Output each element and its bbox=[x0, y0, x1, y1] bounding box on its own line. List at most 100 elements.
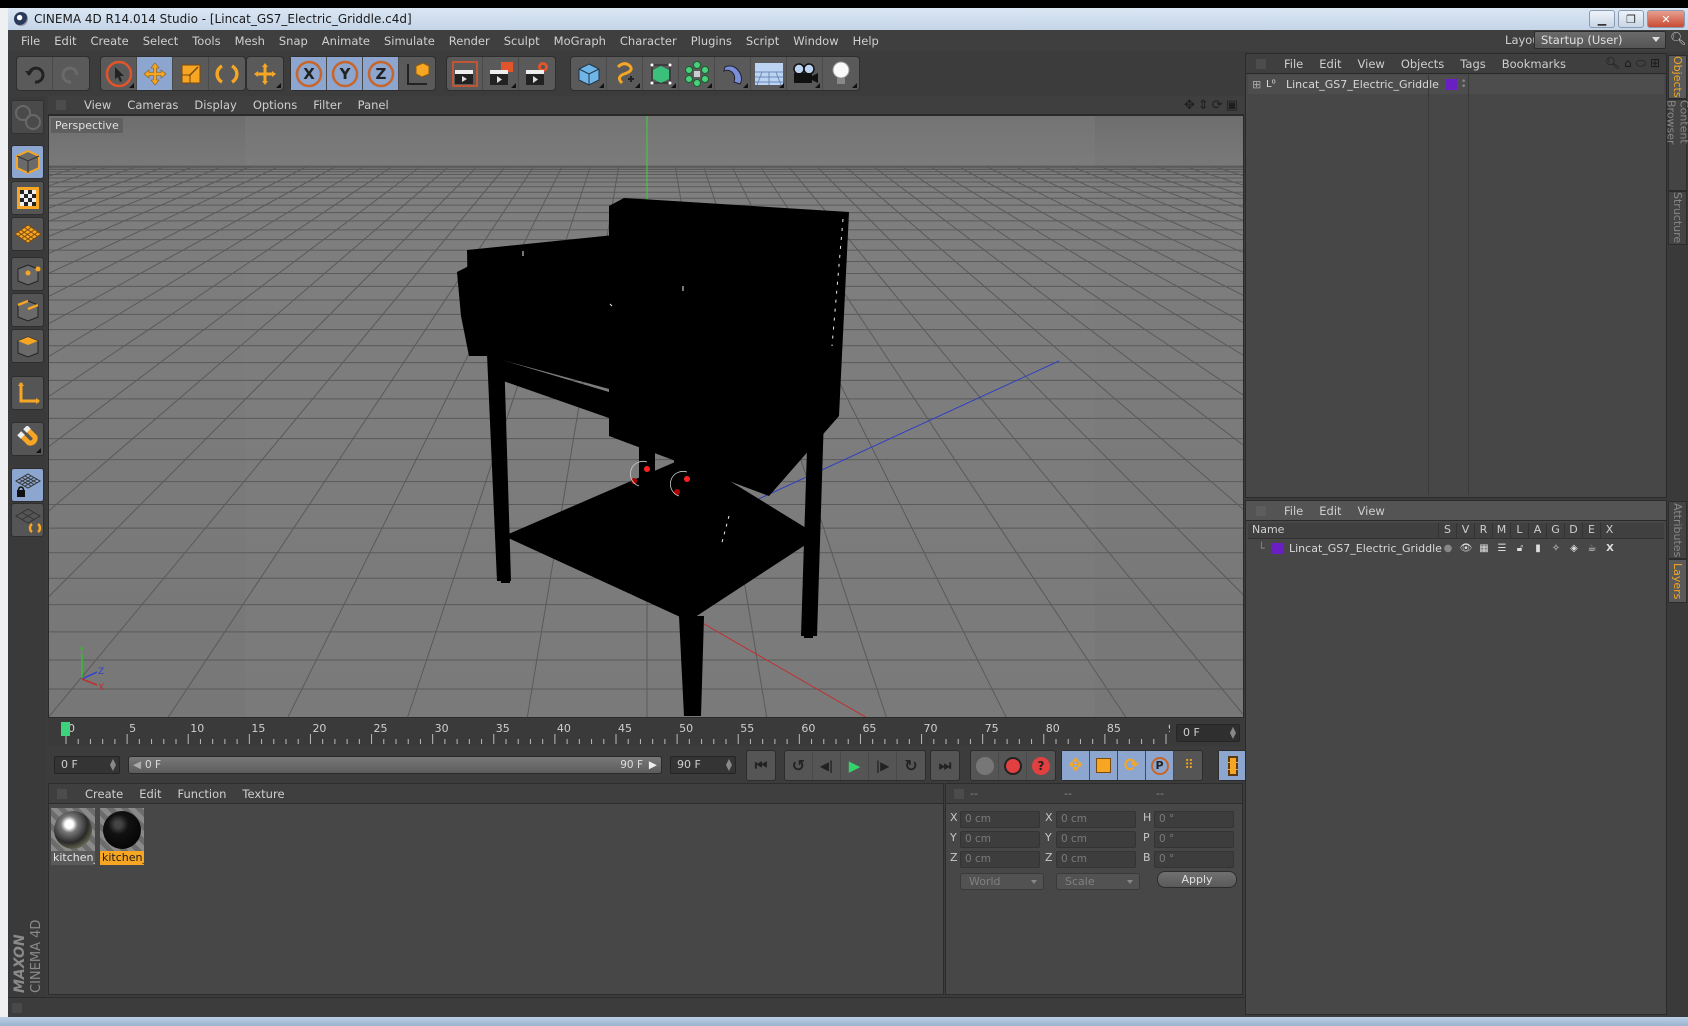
pos-z-field[interactable]: 0 cm bbox=[960, 851, 1040, 868]
material-menu-edit[interactable]: Edit bbox=[131, 787, 169, 801]
floor-button[interactable] bbox=[751, 57, 787, 90]
render-picture-viewer-button[interactable] bbox=[483, 57, 519, 90]
menu-edit[interactable]: Edit bbox=[47, 34, 83, 48]
pos-x-field[interactable]: 0 cm bbox=[960, 811, 1040, 828]
rotate-tool-button[interactable] bbox=[209, 57, 245, 90]
spinner-icon[interactable]: ▲ ▼ bbox=[110, 758, 116, 772]
material-menu-function[interactable]: Function bbox=[170, 787, 235, 801]
eye-icon[interactable]: ⬭ bbox=[1636, 56, 1646, 71]
menu-plugins[interactable]: Plugins bbox=[684, 34, 739, 48]
current-frame-field[interactable]: 0 F ▲ ▼ bbox=[1176, 724, 1240, 742]
spinner-icon[interactable]: ▲ ▼ bbox=[1230, 726, 1236, 740]
light-button[interactable] bbox=[823, 57, 859, 90]
objects-menu-edit[interactable]: Edit bbox=[1311, 57, 1349, 71]
playhead[interactable] bbox=[61, 722, 70, 736]
column-animation[interactable]: A bbox=[1528, 523, 1546, 538]
start-frame-field[interactable]: 0 F ▲ ▼ bbox=[54, 756, 120, 774]
object-row[interactable]: ⊞ L⁰ Lincat_GS7_Electric_Griddle • • bbox=[1248, 75, 1664, 94]
workplane-rotate-button[interactable] bbox=[11, 503, 44, 537]
column-expressions[interactable]: E bbox=[1582, 523, 1600, 538]
layers-menu-edit[interactable]: Edit bbox=[1311, 504, 1349, 518]
x-axis-lock-button[interactable]: X bbox=[291, 57, 327, 90]
expand-icon[interactable]: ⊞ bbox=[1252, 78, 1266, 91]
spinner-icon[interactable]: ▲ ▼ bbox=[726, 758, 732, 772]
lock-icon[interactable]: 🔓︎ bbox=[1511, 543, 1529, 554]
maximize-view-icon[interactable]: ▣ bbox=[1226, 98, 1238, 113]
play-button[interactable]: ▶ bbox=[841, 751, 869, 780]
panel-grip-icon[interactable] bbox=[57, 788, 67, 799]
snap-button[interactable] bbox=[11, 422, 44, 456]
menu-animate[interactable]: Animate bbox=[315, 34, 377, 48]
viewport-menu-cameras[interactable]: Cameras bbox=[119, 98, 186, 112]
next-frame-button[interactable]: |▶ bbox=[869, 751, 897, 780]
redo-button[interactable] bbox=[53, 57, 89, 90]
column-render[interactable]: R bbox=[1474, 523, 1492, 538]
pos-y-field[interactable]: 0 cm bbox=[960, 831, 1040, 848]
panel-grip-icon[interactable] bbox=[12, 1003, 22, 1013]
axis-mode-button[interactable] bbox=[11, 376, 44, 410]
record-button[interactable] bbox=[999, 751, 1027, 780]
autokey-button[interactable]: ? bbox=[1027, 751, 1055, 780]
menu-character[interactable]: Character bbox=[613, 34, 684, 48]
locked-workplane-button[interactable] bbox=[11, 468, 44, 502]
panel-grip-icon[interactable] bbox=[1256, 58, 1266, 69]
key-pla-button[interactable]: ⠿ bbox=[1174, 751, 1202, 780]
deformer-button[interactable] bbox=[715, 57, 751, 90]
3d-viewport[interactable]: Y Z X Perspective bbox=[48, 115, 1244, 718]
previous-key-button[interactable]: ↺ bbox=[785, 751, 813, 780]
viewport-menu-panel[interactable]: Panel bbox=[350, 98, 397, 112]
make-editable-button[interactable] bbox=[11, 100, 44, 134]
camera-button[interactable] bbox=[787, 57, 823, 90]
goto-start-button[interactable]: ⏮ bbox=[747, 751, 775, 780]
restore-button[interactable]: ❐ bbox=[1618, 10, 1644, 28]
panel-grip-icon[interactable] bbox=[56, 100, 66, 110]
objects-menu-bookmarks[interactable]: Bookmarks bbox=[1494, 57, 1574, 71]
layer-row[interactable]: └ Lincat_GS7_Electric_Griddle ● 👁︎ ▦ ☰ 🔓… bbox=[1248, 540, 1664, 557]
array-button[interactable] bbox=[679, 57, 715, 90]
menu-simulate[interactable]: Simulate bbox=[377, 34, 442, 48]
y-axis-lock-button[interactable]: Y bbox=[327, 57, 363, 90]
menu-mograph[interactable]: MoGraph bbox=[547, 34, 613, 48]
material-swatch-selected[interactable]: kitchen_ bbox=[100, 808, 144, 865]
tab-structure[interactable]: Structure bbox=[1668, 191, 1687, 245]
coordinate-mode-dropdown[interactable]: World bbox=[960, 873, 1044, 890]
size-y-field[interactable]: 0 cm bbox=[1056, 831, 1136, 848]
material-menu-create[interactable]: Create bbox=[77, 787, 131, 801]
expression-icon[interactable]: ☕︎ bbox=[1583, 543, 1601, 554]
column-view[interactable]: V bbox=[1456, 523, 1474, 538]
size-z-field[interactable]: 0 cm bbox=[1056, 851, 1136, 868]
column-locked[interactable]: L bbox=[1510, 523, 1528, 538]
frame-range-slider[interactable]: ◀ 0 F 90 F ▶ bbox=[128, 756, 662, 774]
orbit-icon[interactable]: ⟳ bbox=[1212, 98, 1223, 113]
rot-h-field[interactable]: 0 ° bbox=[1154, 811, 1234, 828]
menu-window[interactable]: Window bbox=[786, 34, 845, 48]
recent-tool-button[interactable] bbox=[247, 57, 283, 90]
material-swatch[interactable]: kitchen_ bbox=[51, 808, 95, 865]
goto-end-button[interactable]: ⏭ bbox=[931, 751, 959, 780]
deformer-icon[interactable]: ◈ bbox=[1565, 543, 1583, 554]
viewport-menu-filter[interactable]: Filter bbox=[305, 98, 349, 112]
layers-menu-view[interactable]: View bbox=[1350, 504, 1393, 518]
material-menu-texture[interactable]: Texture bbox=[234, 787, 292, 801]
column-generators[interactable]: G bbox=[1546, 523, 1564, 538]
column-deformers[interactable]: D bbox=[1564, 523, 1582, 538]
viewport-menu-display[interactable]: Display bbox=[186, 98, 244, 112]
size-mode-dropdown[interactable]: Scale bbox=[1056, 873, 1140, 890]
objects-menu-objects[interactable]: Objects bbox=[1393, 57, 1452, 71]
panel-grip-icon[interactable] bbox=[1256, 505, 1266, 516]
end-frame-field[interactable]: 90 F ▲ ▼ bbox=[670, 756, 736, 774]
menu-help[interactable]: Help bbox=[846, 34, 886, 48]
render-settings-button[interactable] bbox=[519, 57, 555, 90]
column-xref[interactable]: X bbox=[1600, 523, 1618, 538]
viewport-menu-view[interactable]: View bbox=[76, 98, 119, 112]
new-window-icon[interactable]: ⊞ bbox=[1650, 56, 1660, 71]
key-rotation-button[interactable]: ⟳ bbox=[1118, 751, 1146, 780]
timeline-window-button[interactable] bbox=[1219, 751, 1247, 780]
layout-dropdown[interactable]: Startup (User) bbox=[1534, 31, 1666, 49]
polygon-mode-button[interactable] bbox=[11, 329, 44, 363]
render-clapboard-icon[interactable]: ▦ bbox=[1475, 543, 1493, 554]
column-name[interactable]: Name bbox=[1248, 523, 1438, 538]
tab-attributes[interactable]: Attributes bbox=[1668, 501, 1687, 559]
key-scale-button[interactable] bbox=[1090, 751, 1118, 780]
workplane-mode-button[interactable] bbox=[11, 217, 44, 251]
